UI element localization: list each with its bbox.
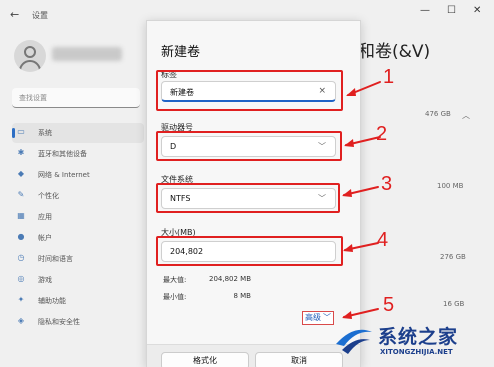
- close-icon[interactable]: ✕: [473, 5, 481, 16]
- annotation-number: 3: [381, 173, 393, 195]
- sidebar-item-label: 应用: [38, 213, 52, 221]
- annotation-box-3: [156, 183, 340, 213]
- annotation-number: 2: [376, 123, 388, 145]
- account-icon: ●: [17, 232, 25, 241]
- sidebar-item[interactable]: ● 帐户: [12, 228, 144, 248]
- minimize-icon[interactable]: —: [420, 5, 430, 16]
- sidebar-item[interactable]: ✦ 辅助功能: [12, 291, 144, 311]
- chevron-up-icon[interactable]: ︿: [462, 110, 470, 121]
- shield-icon: ◈: [17, 316, 25, 325]
- sidebar-item[interactable]: ▦ 应用: [12, 207, 144, 227]
- apps-icon: ▦: [17, 211, 25, 220]
- avatar[interactable]: [14, 40, 46, 72]
- sidebar-item[interactable]: ◆ 网络 & Internet: [12, 165, 144, 185]
- clock-icon: ◷: [17, 253, 25, 262]
- app-title: 设置: [32, 11, 48, 20]
- sidebar-item-label: 帐户: [38, 234, 52, 242]
- watermark-text: 系统之家: [378, 326, 459, 348]
- sidebar-item[interactable]: ◈ 隐私和安全性: [12, 312, 144, 332]
- annotation-number: 4: [377, 229, 389, 251]
- volume-size: 276 GB: [440, 253, 466, 261]
- sidebar-item-label: 蓝牙和其他设备: [38, 150, 87, 158]
- sidebar-item[interactable]: ✎ 个性化: [12, 186, 144, 206]
- active-indicator: [12, 128, 15, 138]
- back-arrow-icon[interactable]: ←: [10, 8, 19, 21]
- search-placeholder: 查找设置: [19, 94, 47, 102]
- search-input[interactable]: 查找设置: [12, 88, 140, 108]
- sidebar-item-label: 个性化: [38, 192, 59, 200]
- sidebar-item-label: 辅助功能: [38, 297, 66, 305]
- sidebar-item-label: 系统: [38, 129, 52, 137]
- watermark-url: XITONGZHIJIA.NET: [380, 348, 453, 356]
- sidebar-item[interactable]: ◎ 游戏: [12, 270, 144, 290]
- annotation-box-1: [156, 70, 343, 111]
- sidebar-item[interactable]: ▭ 系统: [12, 123, 144, 143]
- accessibility-icon: ✦: [17, 295, 25, 304]
- volume-size: 100 MB: [437, 182, 464, 190]
- bluetooth-icon: ✱: [17, 148, 25, 157]
- sidebar-item[interactable]: ◷ 时间和语言: [12, 249, 144, 269]
- sidebar-item-label: 游戏: [38, 276, 52, 284]
- watermark: 系统之家 XITONGZHIJIA.NET: [330, 316, 494, 366]
- dialog-title: 新建卷: [161, 45, 201, 60]
- dialog-footer: 格式化 取消: [147, 344, 360, 367]
- min-size-value: 8 MB: [233, 292, 251, 300]
- volume-size: 476 GB: [425, 110, 451, 118]
- volume-size: 16 GB: [443, 300, 465, 308]
- system-icon: ▭: [17, 127, 25, 136]
- account-name-blurred: [52, 47, 122, 61]
- network-icon: ◆: [17, 169, 25, 178]
- maximize-icon[interactable]: ☐: [447, 5, 456, 16]
- annotation-number: 5: [383, 294, 395, 316]
- brush-icon: ✎: [17, 190, 25, 199]
- format-button[interactable]: 格式化: [161, 352, 249, 367]
- game-icon: ◎: [17, 274, 25, 283]
- advanced-label: 高级: [305, 313, 321, 322]
- annotation-number: 1: [383, 66, 395, 88]
- max-size-value: 204,802 MB: [208, 275, 251, 283]
- watermark-logo-icon: [336, 329, 372, 354]
- sidebar-item-label: 隐私和安全性: [38, 318, 80, 326]
- annotation-box-4: [156, 236, 343, 266]
- sidebar-item[interactable]: ✱ 蓝牙和其他设备: [12, 144, 144, 164]
- sidebar-item-label: 网络 & Internet: [38, 171, 90, 179]
- annotation-box-2: [156, 131, 342, 161]
- sidebar-item-label: 时间和语言: [38, 255, 73, 263]
